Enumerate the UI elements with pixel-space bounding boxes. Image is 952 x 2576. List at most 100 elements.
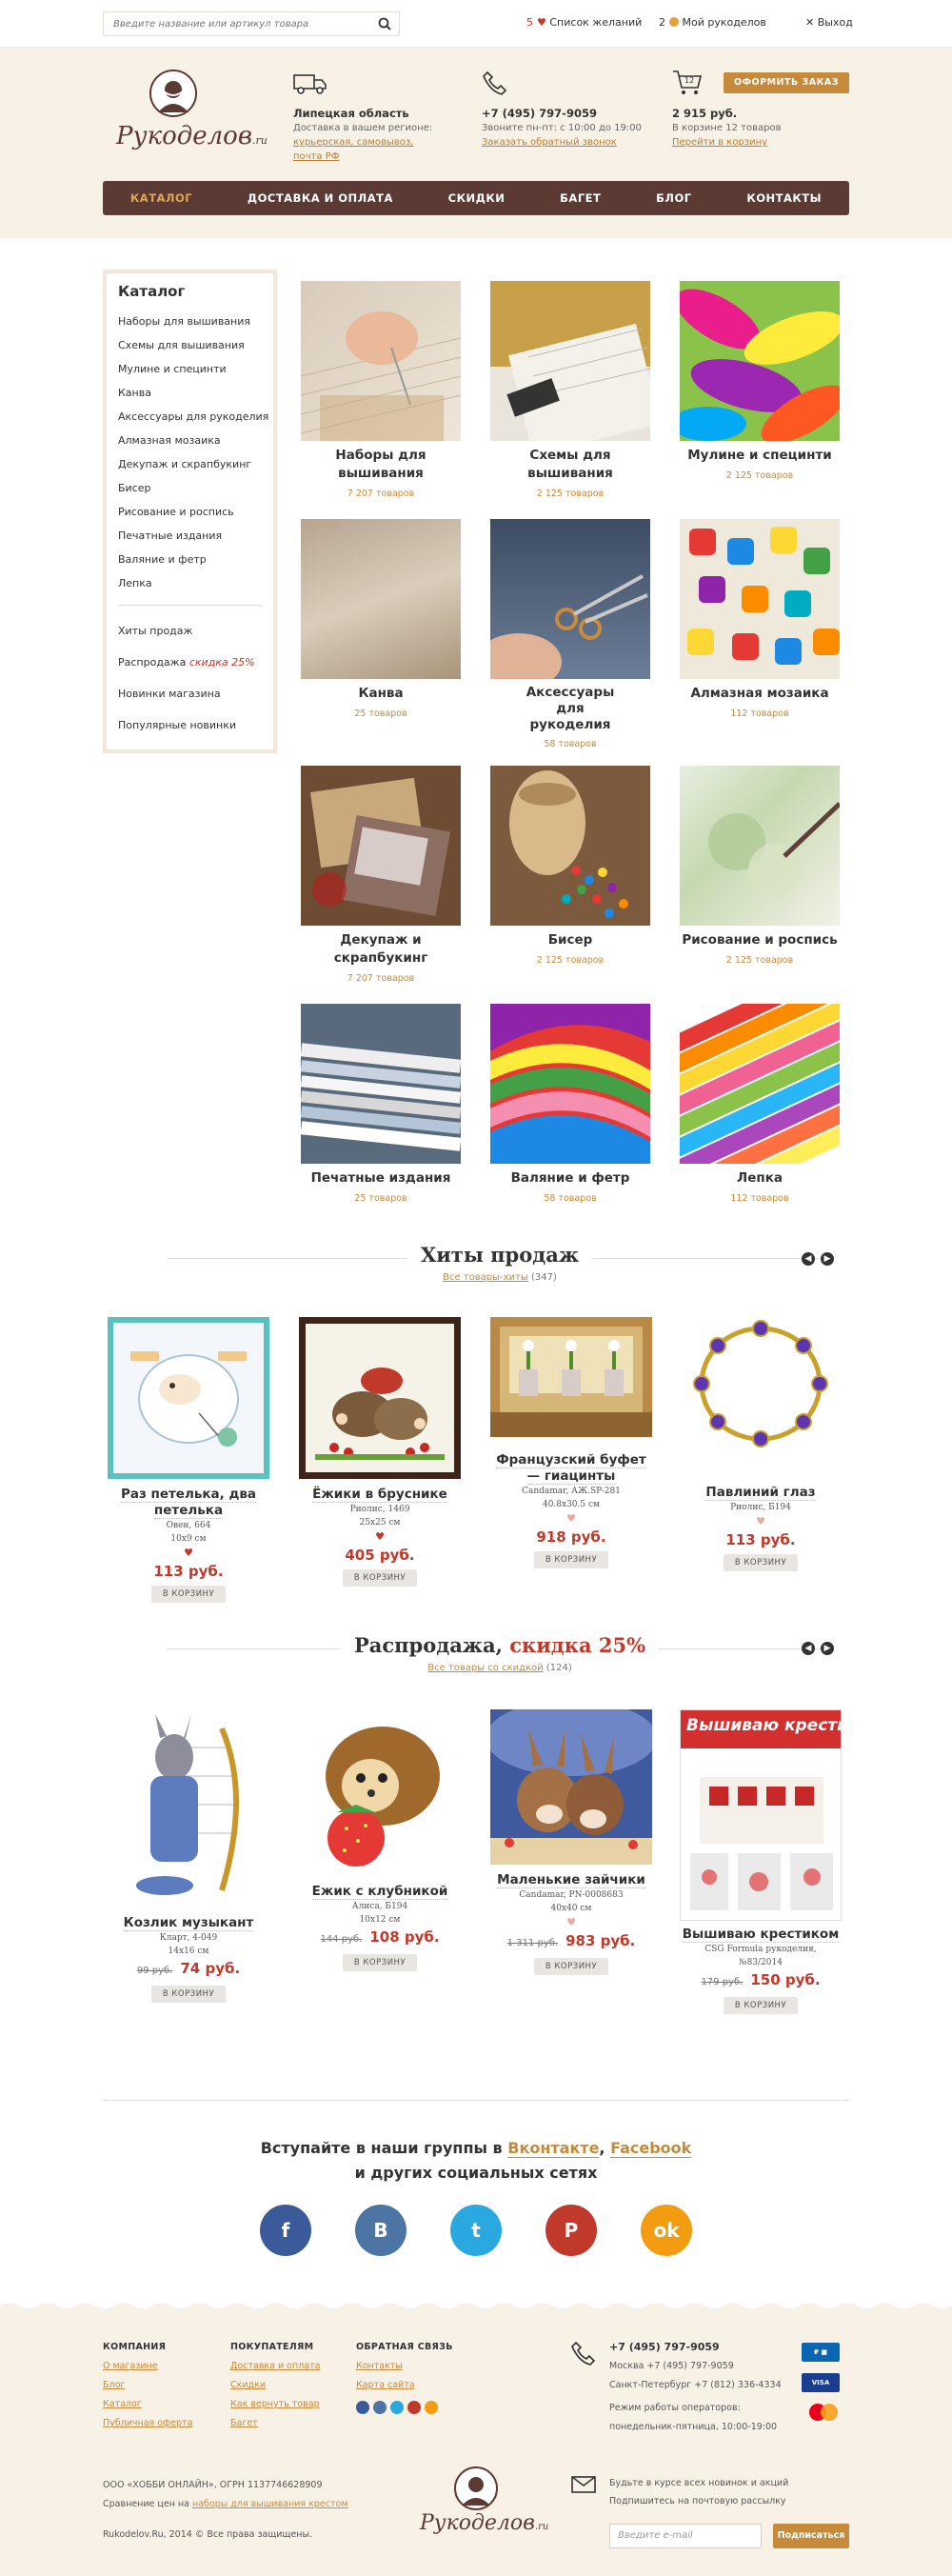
logout-link[interactable]: ✕ Выход: [805, 16, 853, 29]
nav-contacts[interactable]: КОНТАКТЫ: [746, 191, 822, 205]
heart-icon[interactable]: ♥: [108, 1546, 269, 1561]
sidebar-new-store[interactable]: Новинки магазина: [118, 678, 262, 709]
subscribe-button[interactable]: Подписаться: [773, 2524, 849, 2548]
product-card[interactable]: Ежик с клубникой Алиса, Б194 10х12 см 14…: [299, 1709, 461, 1971]
product-card[interactable]: Павлиний глаз Риолис, Б194 ♥ 113 руб. В …: [680, 1317, 842, 1571]
sidebar-item-embroidery-schemes[interactable]: Схемы для вышивания: [118, 333, 262, 357]
category-card[interactable]: Канва 25 товаров: [301, 519, 461, 719]
footer-link[interactable]: Публичная оферта: [103, 2414, 192, 2433]
heart-icon[interactable]: ♥: [299, 1529, 461, 1545]
category-card[interactable]: Валяние и фетр 58 товаров: [490, 1004, 650, 1204]
nav-catalog[interactable]: КАТАЛОГ: [130, 191, 192, 205]
vkontakte-icon[interactable]: B: [355, 2205, 407, 2256]
sidebar-item-diamond-mosaic[interactable]: Алмазная мозаика: [118, 429, 262, 452]
footer-link[interactable]: Как вернуть товар: [230, 2395, 320, 2414]
footer-link[interactable]: Контакты: [356, 2357, 453, 2376]
sidebar-hits[interactable]: Хиты продаж: [118, 615, 262, 647]
add-to-cart-button[interactable]: В КОРЗИНУ: [533, 1551, 609, 1568]
product-card[interactable]: Козлик музыкант Кларт, 4-049 14х16 см 99…: [108, 1709, 269, 2003]
sidebar-popular-new[interactable]: Популярные новинки: [118, 709, 262, 741]
add-to-cart-button[interactable]: В КОРЗИНУ: [342, 1954, 418, 1971]
nav-discounts[interactable]: СКИДКИ: [448, 191, 506, 205]
prev-arrow-icon[interactable]: ◀: [802, 1252, 815, 1266]
facebook-icon[interactable]: f: [260, 2205, 311, 2256]
search-input[interactable]: [104, 12, 361, 36]
footer-link[interactable]: Доставка и оплата: [230, 2357, 320, 2376]
my-account-link[interactable]: 2 Мой рукоделов: [659, 16, 766, 29]
sidebar-sale[interactable]: Распродажа скидка 25%: [118, 647, 262, 678]
heart-icon[interactable]: ♥: [490, 1511, 652, 1527]
nav-delivery[interactable]: ДОСТАВКА И ОПЛАТА: [248, 191, 393, 205]
sidebar-item-accessories[interactable]: Аксессуары для рукоделия: [118, 405, 268, 429]
heart-icon[interactable]: ♥: [490, 1915, 652, 1930]
callback-link[interactable]: Заказать обратный звонок: [482, 137, 617, 148]
order-button[interactable]: ОФОРМИТЬ ЗАКАЗ: [724, 72, 849, 93]
category-card[interactable]: Лепка 112 товаров: [680, 1004, 840, 1204]
product-card[interactable]: Вышиваю крестиком Вышиваю крестиком CSG …: [680, 1709, 842, 2014]
logo[interactable]: Рукоделов.ru: [107, 67, 268, 171]
heart-icon[interactable]: ♥: [680, 1514, 842, 1529]
facebook-link[interactable]: Facebook: [610, 2139, 692, 2158]
vk-link[interactable]: Вконтакте: [507, 2139, 600, 2158]
sidebar-item-painting[interactable]: Рисование и роспись: [118, 500, 262, 524]
footer-link[interactable]: О магазине: [103, 2357, 192, 2376]
nav-blog[interactable]: БЛОГ: [656, 191, 691, 205]
sale-heading: Распродажа, скидка 25% Все товары со ски…: [167, 1633, 833, 1673]
add-to-cart-button[interactable]: В КОРЗИНУ: [723, 1997, 799, 2014]
footer-compare-link[interactable]: наборы для вышивания крестом: [192, 2499, 348, 2509]
sidebar-item-beads[interactable]: Бисер: [118, 476, 262, 500]
product-size: 10х12 см: [359, 1915, 401, 1925]
category-card[interactable]: Бисер 2 125 товаров: [490, 766, 650, 966]
nav-baget[interactable]: БАГЕТ: [560, 191, 601, 205]
sidebar-item-decoupage[interactable]: Декупаж и скрапбукинг: [118, 452, 262, 476]
facebook-icon[interactable]: [356, 2401, 369, 2414]
category-card[interactable]: Декупаж и скрапбукинг 7 207 товаров: [301, 766, 461, 984]
category-card[interactable]: Наборы для вышивания 7 207 товаров: [301, 281, 461, 499]
hits-all-link[interactable]: Все товары-хиты: [443, 1272, 528, 1283]
email-field[interactable]: Введите e-mail: [609, 2524, 762, 2548]
category-card[interactable]: Алмазная мозаика 112 товаров: [680, 519, 840, 719]
sidebar-item-mouline[interactable]: Мулине и специнти: [118, 357, 262, 381]
odnoklassniki-icon[interactable]: [425, 2401, 438, 2414]
wishlist-link[interactable]: 5 ♥ Список желаний: [526, 16, 642, 29]
next-arrow-icon[interactable]: ▶: [821, 1252, 834, 1266]
add-to-cart-button[interactable]: В КОРЗИНУ: [150, 1586, 227, 1603]
pinterest-icon[interactable]: P: [545, 2205, 597, 2256]
add-to-cart-button[interactable]: В КОРЗИНУ: [342, 1569, 418, 1587]
next-arrow-icon[interactable]: ▶: [821, 1642, 834, 1655]
search-icon[interactable]: [378, 17, 391, 30]
category-card[interactable]: Схемы для вышивания 2 125 товаров: [490, 281, 650, 499]
product-card[interactable]: Ёжики в бруснике Риолис, 1469 25х25 см ♥…: [299, 1317, 461, 1587]
sale-all-link[interactable]: Все товары со скидкой: [427, 1663, 543, 1673]
category-card[interactable]: Рисование и роспись 2 125 товаров: [680, 766, 840, 966]
footer-link[interactable]: Карта сайта: [356, 2376, 453, 2395]
product-card[interactable]: Раз петелька, два петелька Овен, 664 10х…: [108, 1317, 269, 1603]
odnoklassniki-icon[interactable]: ok: [641, 2205, 692, 2256]
footer-link[interactable]: Скидки: [230, 2376, 320, 2395]
sidebar-item-embroidery-kits[interactable]: Наборы для вышивания: [118, 310, 262, 333]
category-card[interactable]: Аксессуары для рукоделия 58 товаров: [490, 519, 650, 749]
product-card[interactable]: Маленькие зайчики Candamar, PN-0008683 4…: [490, 1709, 652, 1975]
region-links[interactable]: курьерская, самовывоз, почта РФ: [293, 137, 413, 162]
sidebar-item-modeling[interactable]: Лепка: [118, 571, 262, 595]
footer-logo[interactable]: Рукоделов.ru: [414, 2462, 548, 2552]
sidebar-item-felting[interactable]: Валяние и фетр: [118, 548, 262, 571]
cart-link[interactable]: Перейти в корзину: [672, 137, 767, 148]
pinterest-icon[interactable]: [407, 2401, 421, 2414]
product-card[interactable]: Французский буфет — гиацинты Candamar, А…: [490, 1317, 652, 1568]
add-to-cart-button[interactable]: В КОРЗИНУ: [723, 1554, 799, 1571]
category-card[interactable]: Печатные издания 25 товаров: [301, 1004, 461, 1204]
prev-arrow-icon[interactable]: ◀: [802, 1642, 815, 1655]
product-image: [108, 1709, 269, 1907]
add-to-cart-button[interactable]: В КОРЗИНУ: [150, 1986, 227, 2003]
sidebar-item-canvas[interactable]: Канва: [118, 381, 262, 405]
sidebar-item-print[interactable]: Печатные издания: [118, 524, 262, 548]
twitter-icon[interactable]: [390, 2401, 404, 2414]
footer-link[interactable]: Багет: [230, 2414, 320, 2433]
vkontakte-icon[interactable]: [373, 2401, 387, 2414]
category-card[interactable]: Мулине и специнти 2 125 товаров: [680, 281, 840, 481]
footer-link[interactable]: Блог: [103, 2376, 192, 2395]
footer-link[interactable]: Каталог: [103, 2395, 192, 2414]
twitter-icon[interactable]: t: [450, 2205, 502, 2256]
add-to-cart-button[interactable]: В КОРЗИНУ: [533, 1958, 609, 1975]
